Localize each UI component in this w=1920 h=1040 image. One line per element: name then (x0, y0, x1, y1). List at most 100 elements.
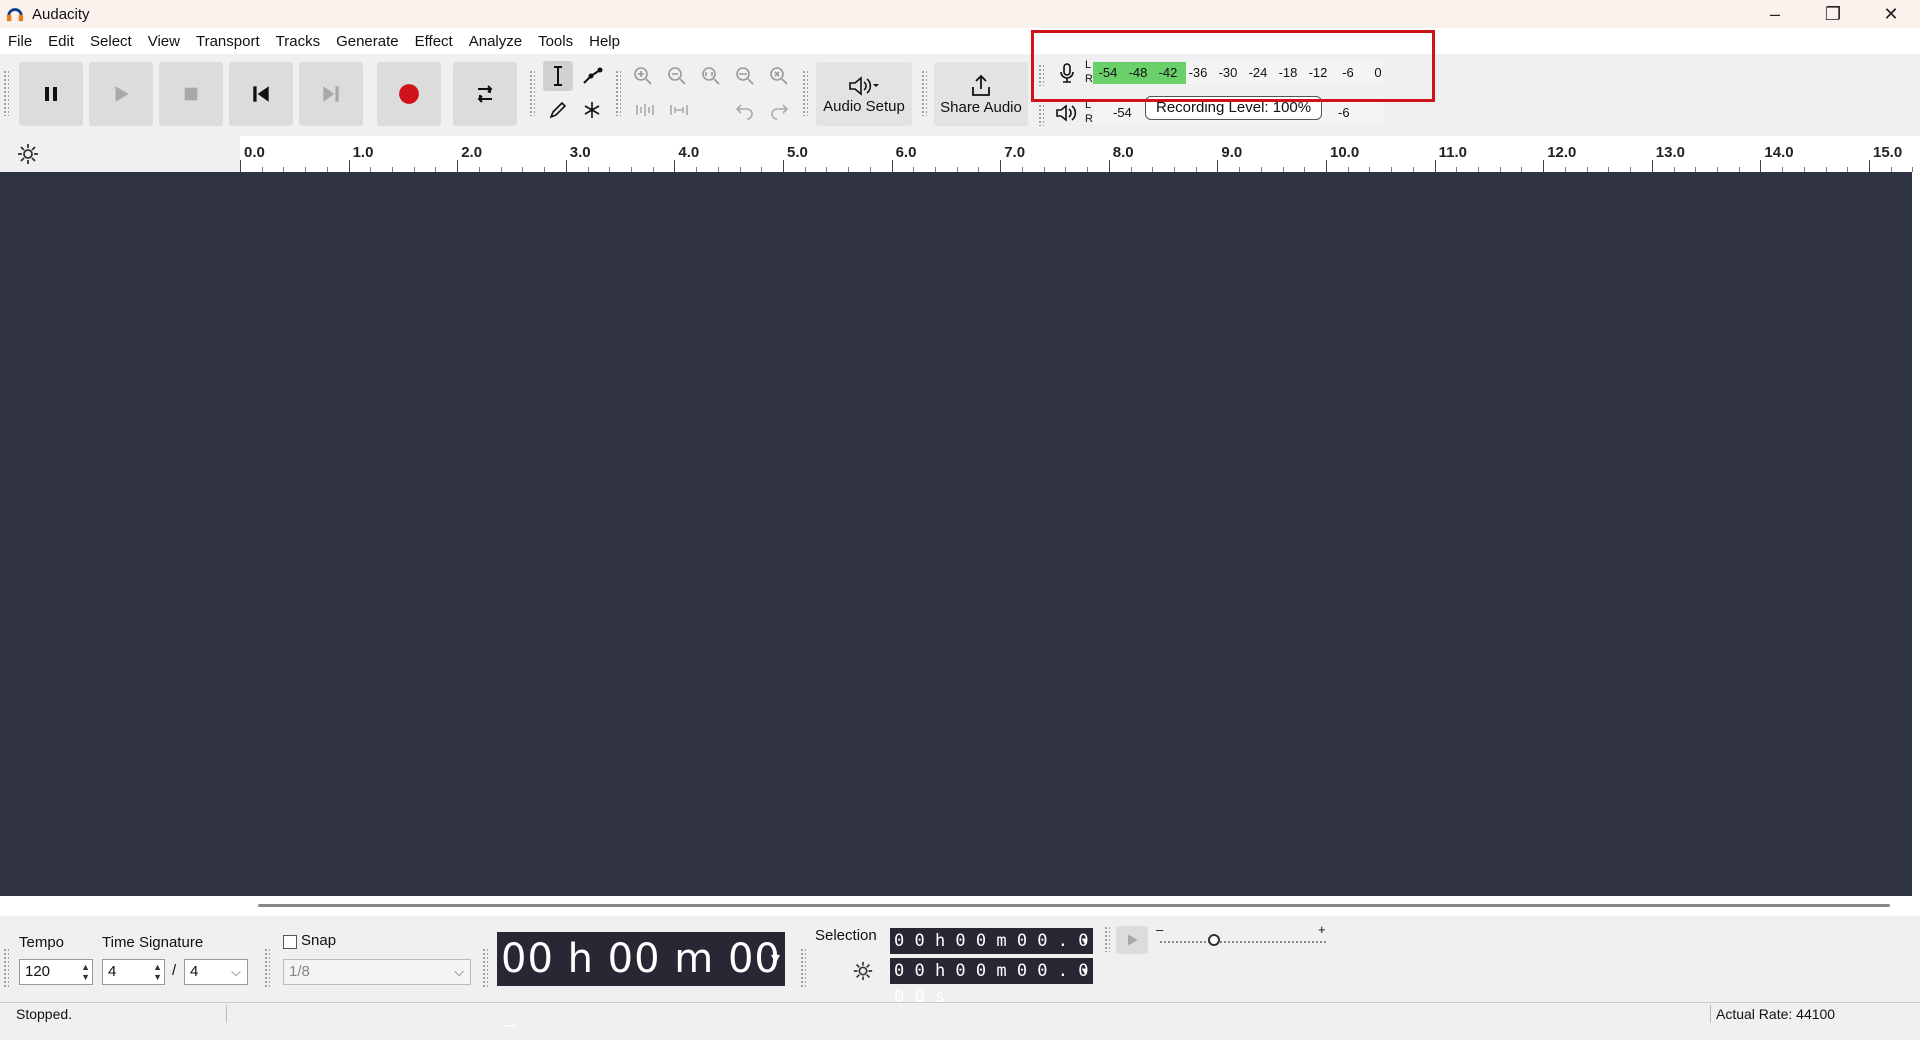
actual-rate-text: Actual Rate: 44100 (1716, 1006, 1836, 1022)
ruler-major-tick (891, 160, 893, 172)
ruler-major-tick (674, 160, 676, 172)
redo-icon (771, 104, 789, 120)
skip-to-end-button[interactable] (299, 62, 363, 126)
record-button[interactable] (377, 62, 441, 126)
tempo-input[interactable]: 120 ▲ ▼ (19, 959, 93, 985)
selection-start-time[interactable]: 0 0 h 0 0 m 0 0 . 0 0 0 s ▾ (890, 928, 1093, 977)
status-separator (1710, 1005, 1711, 1023)
ruler-tick-label: 11.0 (1438, 144, 1467, 161)
envelope-tool-button[interactable] (577, 61, 607, 91)
zoom-in-icon (634, 67, 652, 85)
menu-view[interactable]: View (140, 33, 188, 50)
selection-end-time[interactable]: 0 0 h 0 0 m 0 0 . 0 0 0 s ▾ (890, 958, 1093, 1007)
zoom-in-button[interactable] (628, 61, 658, 91)
time-sig-upper-value: 4 (108, 963, 117, 980)
ruler-tick-label: 8.0 (1112, 144, 1134, 161)
play-icon (1128, 934, 1138, 946)
play-at-speed-grip[interactable] (1104, 926, 1110, 952)
track-area[interactable] (0, 172, 1912, 896)
time-display[interactable]: 00 h 00 m 00 s ▾ (497, 932, 785, 1036)
menu-tracks[interactable]: Tracks (268, 33, 328, 50)
ruler-tick-label: 2.0 (461, 144, 483, 161)
time-grip[interactable] (482, 948, 488, 988)
audio-setup-button[interactable]: Audio Setup (816, 62, 912, 126)
chevron-down-icon: ⌵ (231, 964, 241, 979)
play-button[interactable] (89, 62, 153, 126)
time-sig-lower-value: 4 (190, 963, 199, 980)
close-button[interactable]: ✕ (1862, 0, 1920, 28)
fit-project-button[interactable] (730, 61, 760, 91)
tools-grip[interactable] (529, 70, 535, 116)
ruler-major-tick (1108, 160, 1110, 172)
menu-effect[interactable]: Effect (407, 33, 461, 50)
speed-slider-thumb[interactable] (1208, 934, 1220, 946)
menu-help[interactable]: Help (581, 33, 628, 50)
time-signature-grip[interactable] (3, 948, 9, 988)
vertical-scrollbar[interactable] (1912, 172, 1920, 896)
ruler-tick-label: 1.0 (352, 144, 374, 161)
speed-slider-track[interactable] (1160, 941, 1326, 944)
maximize-button[interactable]: ❐ (1804, 0, 1862, 28)
selection-label: Selection (815, 927, 877, 944)
trim-icon (636, 104, 654, 116)
zoom-toggle-button[interactable] (764, 61, 794, 91)
menu-select[interactable]: Select (82, 33, 140, 50)
skip-to-start-button[interactable] (229, 62, 293, 126)
selection-options-button[interactable] (852, 960, 874, 986)
title-bar: Audacity – ❐ ✕ (0, 0, 1920, 28)
status-text: Stopped. (16, 1006, 73, 1022)
audio-setup-grip[interactable] (802, 70, 808, 116)
timeline-ruler[interactable]: 0.0 1.0 2.0 3.0 4.0 5.0 6.0 7.0 8.0 9.0 10.0 11.0 12… (240, 136, 1920, 172)
play-at-speed-button[interactable] (1116, 926, 1148, 954)
gear-icon (18, 144, 38, 164)
zoom-out-button[interactable] (662, 61, 692, 91)
selection-start-dropdown-icon[interactable]: ▾ (1081, 928, 1089, 954)
share-audio-button[interactable]: Share Audio (934, 62, 1028, 126)
multi-tool-button[interactable] (577, 95, 607, 125)
menu-tools[interactable]: Tools (530, 33, 581, 50)
redo-button[interactable] (764, 95, 794, 125)
menu-transport[interactable]: Transport (188, 33, 268, 50)
menu-file[interactable]: File (0, 33, 40, 50)
menu-generate[interactable]: Generate (328, 33, 407, 50)
pause-button[interactable] (19, 62, 83, 126)
silence-audio-button[interactable] (664, 95, 694, 125)
selection-tool-button[interactable] (543, 61, 573, 91)
horizontal-scrollbar[interactable] (258, 904, 1890, 907)
speaker-icon (849, 75, 879, 96)
minimize-button[interactable]: – (1746, 0, 1804, 28)
timeline-options-button[interactable] (16, 142, 40, 170)
trim-audio-button[interactable] (630, 95, 660, 125)
fit-selection-button[interactable] (696, 61, 726, 91)
menu-edit[interactable]: Edit (40, 33, 82, 50)
time-signature-upper-input[interactable]: 4 ▲ ▼ (102, 959, 165, 985)
speed-plus-label: + (1318, 922, 1326, 937)
undo-button[interactable] (730, 95, 760, 125)
ruler-major-tick (1869, 160, 1870, 172)
skip-start-icon (253, 86, 269, 102)
snap-checkbox[interactable] (283, 935, 297, 949)
ruler-tick-label: 13.0 (1655, 144, 1685, 161)
edit-grip[interactable] (615, 70, 621, 116)
snap-grip[interactable] (264, 948, 270, 988)
ruler-major-tick (565, 160, 567, 172)
loop-button[interactable] (453, 62, 517, 126)
share-grip[interactable] (921, 70, 927, 116)
stop-button[interactable] (159, 62, 223, 126)
snap-select[interactable]: 1/8 ⌵ (283, 959, 471, 985)
toolbar-grip[interactable] (3, 70, 9, 116)
selection-end-dropdown-icon[interactable]: ▾ (1081, 958, 1089, 984)
audio-setup-label: Audio Setup (823, 97, 905, 115)
ruler-tick-label: 6.0 (895, 144, 917, 161)
skip-end-icon (323, 86, 339, 102)
menu-analyze[interactable]: Analyze (461, 33, 530, 50)
zoom-fit-icon (736, 67, 754, 85)
time-signature-lower-select[interactable]: 4 ⌵ (184, 959, 248, 985)
draw-tool-button[interactable] (543, 95, 573, 125)
speed-minus-label: – (1156, 922, 1164, 937)
ruler-tick-label: 15.0 (1873, 144, 1903, 161)
selection-grip[interactable] (800, 948, 806, 988)
time-sig-spinner-icon[interactable]: ▲ ▼ (153, 962, 162, 982)
time-format-dropdown-icon[interactable]: ▾ (771, 932, 781, 986)
tempo-spinner-icon[interactable]: ▲ ▼ (81, 962, 90, 982)
